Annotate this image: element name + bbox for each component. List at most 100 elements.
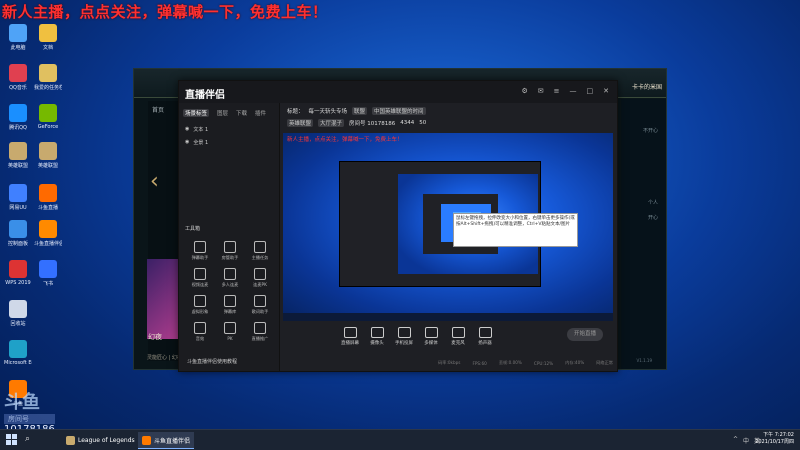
minimize-icon[interactable]: — [570,87,577,95]
tool-item[interactable]: 主播任务 [247,241,273,261]
maximize-icon[interactable]: □ [587,87,594,95]
start-live-button[interactable]: 开始直播 [567,328,603,341]
tool-item[interactable]: 虚拟形象 [187,295,213,315]
taskbar-app[interactable]: 斗鱼直播伴侣 [138,432,195,449]
desktop-icon[interactable]: 斗鱼直播伴侣 [34,220,62,247]
desktop-icon[interactable]: 此电脑 [4,24,32,51]
control-panel-icon [9,220,27,238]
tool-item[interactable]: 多人连麦 [217,268,243,288]
lol-icon [9,142,27,160]
source-control[interactable]: 多媒体 [416,327,446,346]
tool-label: 音效 [195,336,205,341]
folder-icon [39,64,57,82]
desktop-icon[interactable]: 英雄联盟 [4,142,32,169]
status-item: CPU:12% [533,360,554,366]
desktop-icon-label: 回收站 [10,321,26,327]
tool-label: 弹幕库 [223,309,237,314]
lol-user-name[interactable]: 卡卡的米国 [632,82,662,91]
desktop-icon-label: 斗鱼直播伴侣 [34,241,62,247]
desktop-icon[interactable]: 斗鱼直播 [34,184,62,211]
scene-item[interactable]: ◉ 全景 1 [179,136,279,149]
tool-icon [194,295,206,307]
phone-cast-icon [397,327,411,338]
desktop-icon[interactable]: QQ音乐 [4,64,32,91]
mic-icon [451,327,465,338]
title-prefix: 标题： [287,109,304,115]
scene-label: 文本 1 [193,127,209,133]
eye-icon[interactable]: ◉ [185,126,189,133]
zb-logo: 直播伴侣 [185,90,225,101]
stream-tag[interactable]: 中国英雄联盟的时间 [372,107,426,115]
desktop-icon[interactable]: 网易UU [4,184,32,211]
tool-label: 房管助手 [221,255,239,260]
tool-item[interactable]: 房管助手 [217,241,243,261]
desktop-icon[interactable]: 文档 [34,24,62,51]
tab-plugins[interactable]: 插件 [255,109,266,117]
speaker-icon [478,327,492,338]
tool-icon [224,322,236,334]
settings-icon[interactable]: ⚙ [521,87,527,95]
desktop-icon[interactable]: 飞书 [34,260,62,287]
desktop-icon-label: 我爱的任务栏 [34,85,62,91]
tool-item[interactable]: 直播推广 [247,322,273,342]
tool-item[interactable]: 连麦PK [247,268,273,288]
desktop-icon[interactable]: 回收站 [4,300,32,327]
category-tag[interactable]: 英雄联盟 [287,119,314,127]
source-control[interactable]: 麦克风 [443,327,473,346]
source-control[interactable]: 摄像头 [362,327,392,346]
desktop-icon[interactable]: WPS 2019 [4,260,32,286]
tool-item[interactable]: 歌词助手 [247,295,273,315]
desktop-icon[interactable]: 控制面板 [4,220,32,247]
desktop-icon[interactable]: 腾讯QQ [4,104,32,131]
stream-preview[interactable]: 新人主播，点点关注，弹幕喊一下，免费上车！ 鼠标左键拖拽，拉伸改变大小和位置，右… [283,133,613,321]
tray-item[interactable]: ^ [733,436,738,445]
tool-item[interactable]: 弹幕库 [217,295,243,315]
screen-icon [343,327,357,338]
source-control-label: 手机投屏 [395,341,413,346]
chevron-left-icon[interactable]: ‹ [150,169,159,194]
stream-title[interactable]: 每一天斩头专场 [309,107,348,115]
tool-icon [194,241,206,253]
desktop-icon-label: 网易UU [9,205,27,211]
scene-item[interactable]: ◉ 文本 1 [179,123,279,136]
menu-icon[interactable]: ≡ [554,87,560,95]
tutorial-link[interactable]: 斗鱼直播伴侣使用教程 [187,358,237,365]
message-icon[interactable]: ✉ [538,87,544,95]
desktop-icon[interactable]: GeForce [34,104,62,130]
tool-item[interactable]: 弹幕助手 [187,241,213,261]
preview-tooltip: 鼠标左键拖拽，拉伸改变大小和位置，右键单击更多操作(或按Alt+Shift+拖拽… [453,213,578,247]
streaming-app-window[interactable]: 直播伴侣 ⚙ ✉ ≡ — □ ✕ 场景标签 图层 下载 插件 ◉ 文本 1 ◉ 全景… [178,80,618,372]
source-control[interactable]: 手机投屏 [389,327,419,346]
tab-download[interactable]: 下载 [236,109,247,117]
desktop-icon[interactable]: Microsoft Edge [4,340,32,366]
desktop-icon[interactable]: 我爱的任务栏 [34,64,62,91]
close-icon[interactable]: ✕ [603,87,609,95]
clock[interactable]: 下午 7:27:02 2021/10/17周四 [755,432,794,446]
search-icon[interactable]: ⌕ [25,434,30,444]
stream-tag[interactable]: 联盟 [352,107,368,115]
sub-tag[interactable]: 大厅混子 [318,119,345,127]
tool-icon [254,295,266,307]
status-item: 内存:40% [565,360,585,365]
lol-icon [39,142,57,160]
windows-start-icon[interactable] [6,434,17,445]
tool-label: 多人连麦 [221,282,239,287]
source-control[interactable]: 直播屏幕 [335,327,365,346]
taskbar-app[interactable]: League of Legends [62,432,139,448]
tray-item[interactable]: 中 [743,436,749,445]
watermark-logo: 斗鱼 [4,392,40,413]
tab-scenes[interactable]: 场景标签 [183,109,210,117]
tool-icon [194,268,206,280]
tab-layers[interactable]: 图层 [217,109,228,117]
source-control-label: 摄像头 [370,341,384,346]
desktop-icon[interactable]: 英雄联盟 [34,142,62,169]
tool-item[interactable]: 视频连麦 [187,268,213,288]
lol-right-text: 开心 [647,215,658,221]
source-control[interactable]: 扬声器 [470,327,500,346]
lol-tab-home[interactable]: 首页 [152,105,164,114]
desktop-icon-label: 控制面板 [7,241,28,247]
eye-icon[interactable]: ◉ [185,139,189,146]
lol-right-panel: 不开心 个人 开心 [621,99,666,369]
tool-item[interactable]: PK [217,322,243,341]
tool-item[interactable]: 音效 [187,322,213,342]
